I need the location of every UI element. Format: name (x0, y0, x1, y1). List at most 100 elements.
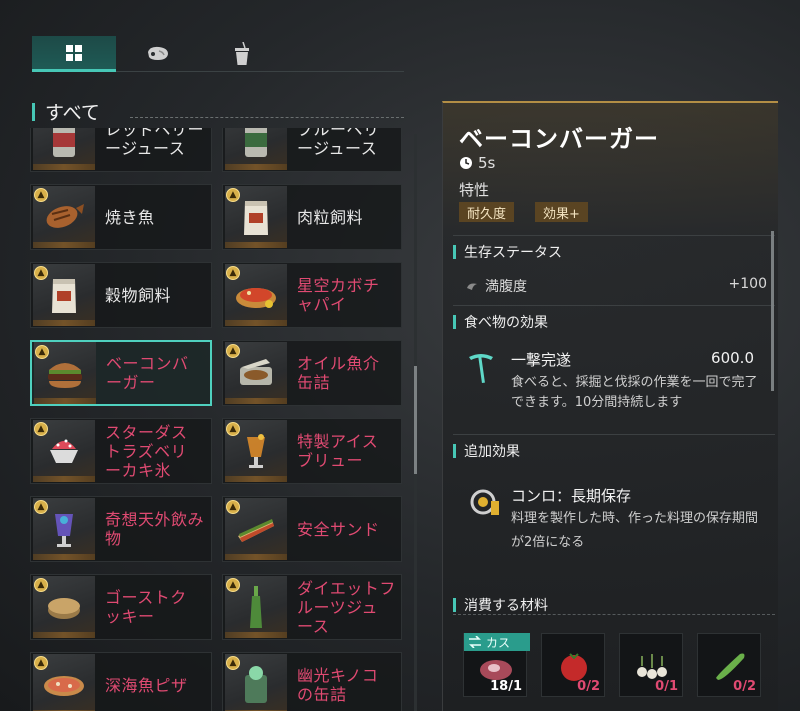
effect-name: 一撃完遂 (511, 351, 572, 369)
upgrade-badge-icon: ▲ (34, 422, 48, 436)
divider (453, 614, 775, 615)
custom-tag-label: カス (486, 635, 511, 650)
effect-description: 食べると、採掘と伐採の作業を一回で完了できます。10分間持続します (511, 375, 758, 410)
swap-icon (469, 636, 481, 648)
recipe-card[interactable]: ▲ 肉粒飼料 (222, 184, 402, 250)
recipe-card[interactable]: ▲ 焼き魚 (30, 184, 212, 250)
material-qty: 0/2 (577, 679, 600, 694)
recipe-card[interactable]: ▲ 星空カボチ ャパイ (222, 262, 402, 328)
pickaxe-icon (465, 349, 497, 389)
trait-chip: 耐久度 (459, 202, 515, 222)
bonus-name: コンロ：長期保存 (511, 487, 632, 505)
food-effect-section-title: 食べ物の効果 (464, 315, 548, 331)
survival-section-title: 生存ステータス (464, 245, 562, 261)
tab-all[interactable] (32, 36, 116, 72)
recipe-card[interactable]: ブルーベリ ージュース (222, 128, 402, 172)
upgrade-badge-icon: ▲ (226, 422, 240, 436)
blue-berry-juice-can-icon (225, 128, 287, 170)
material-qty: 0/1 (655, 679, 678, 694)
recipe-name: 特製アイス ブリュー (297, 432, 379, 470)
recipe-name: ブルーベリ ージュース (297, 128, 380, 158)
accent-bar (32, 102, 35, 121)
category-tabs (32, 32, 404, 72)
stat-row: 満腹度 +100 (465, 276, 767, 296)
recipe-name: 肉粒飼料 (297, 207, 364, 227)
recipe-card[interactable]: ▲ ダイエットフ ルーツジュ ース (222, 574, 402, 640)
list-scrollbar[interactable] (414, 366, 417, 474)
recipe-list[interactable]: レッドベリー ージュース ブルーベリ ージュース ▲ 焼き魚 ▲ 肉粒飼料 ▲ (30, 128, 410, 711)
tab-meat[interactable] (116, 36, 200, 72)
upgrade-badge-icon: ▲ (34, 266, 48, 280)
accent-bar (453, 245, 456, 259)
recipe-name: オイル魚介 缶詰 (297, 354, 380, 392)
material-qty: 18/1 (490, 679, 522, 694)
detail-scrollbar[interactable] (771, 231, 774, 391)
upgrade-badge-icon: ▲ (34, 656, 48, 670)
upgrade-badge-icon: ▲ (226, 188, 240, 202)
recipe-name: レッドベリー ージュース (105, 128, 205, 158)
recipe-title: ベーコンバーガー (459, 125, 659, 153)
red-berry-juice-can-icon (33, 128, 95, 170)
section-header: すべて (32, 98, 100, 125)
upgrade-badge-icon: ▲ (226, 266, 240, 280)
recipe-card[interactable]: ▲ 奇想天外飲み 物 (30, 496, 212, 562)
recipe-card[interactable]: ▲ 幽光キノコ の缶詰 (222, 652, 402, 711)
materials-section-header: 消費する材料 (453, 595, 548, 615)
bonus-description: 料理を製作した時、作った料理の保存期間が2倍になる (511, 511, 759, 550)
fullness-icon (467, 283, 477, 290)
recipe-name: ベーコンバ ーガー (106, 354, 189, 392)
recipe-card[interactable]: ▲ オイル魚介 缶詰 (222, 340, 402, 406)
clock-icon (460, 157, 472, 169)
material-qty: 0/2 (733, 679, 756, 694)
recipe-name: ゴーストク ッキー (105, 588, 187, 626)
recipe-card[interactable]: レッドベリー ージュース (30, 128, 212, 172)
tab-drink[interactable] (200, 36, 284, 72)
recipe-name: 幽光キノコ の缶詰 (297, 666, 379, 704)
craft-time-value: 5s (478, 154, 496, 172)
divider (453, 235, 775, 236)
recipe-name: ダイエットフ ルーツジュ ース (297, 578, 396, 636)
section-title: すべて (45, 102, 100, 124)
custom-tag[interactable]: カス (464, 633, 530, 651)
upgrade-badge-icon: ▲ (35, 345, 49, 359)
upgrade-badge-icon: ▲ (34, 500, 48, 514)
meat-icon (148, 46, 168, 60)
upgrade-badge-icon: ▲ (226, 344, 240, 358)
accent-bar (453, 444, 456, 458)
upgrade-badge-icon: ▲ (226, 578, 240, 592)
survival-section-header: 生存ステータス (453, 242, 562, 262)
recipe-name: 穀物飼料 (105, 285, 172, 305)
accent-bar (453, 598, 456, 612)
material-slot[interactable]: 0/1 (619, 633, 683, 697)
recipe-name: 奇想天外飲み 物 (105, 510, 205, 548)
recipe-name: 深海魚ピザ (105, 675, 188, 695)
recipe-card[interactable]: ▲ 特製アイス ブリュー (222, 418, 402, 484)
divider (453, 305, 775, 306)
stat-value: +100 (728, 276, 767, 292)
divider (453, 434, 775, 435)
recipe-card-selected[interactable]: ▲ ベーコンバ ーガー (30, 340, 212, 406)
cup-icon (235, 42, 249, 65)
upgrade-badge-icon: ▲ (34, 578, 48, 592)
recipe-name: 星空カボチ ャパイ (297, 276, 380, 314)
stat-name: 満腹度 (485, 279, 527, 295)
accent-bar (453, 315, 456, 329)
material-slot[interactable]: 0/2 (697, 633, 761, 697)
recipe-card[interactable]: ▲ 深海魚ピザ (30, 652, 212, 711)
divider (130, 117, 404, 118)
recipe-name: スターダス トラズベリ ーカキ氷 (105, 422, 188, 480)
recipe-card[interactable]: ▲ ゴーストク ッキー (30, 574, 212, 640)
stove-bonus-icon (469, 487, 501, 521)
recipe-detail-panel: ベーコンバーガー 5s 特性 耐久度 効果+ 生存ステータス 満腹度 +100 … (442, 101, 778, 711)
recipe-card[interactable]: ▲ 安全サンド (222, 496, 402, 562)
recipe-name: 焼き魚 (105, 207, 155, 227)
bonus-section-title: 追加効果 (464, 444, 520, 460)
upgrade-badge-icon: ▲ (226, 656, 240, 670)
material-slot[interactable]: カス 18/1 (463, 633, 530, 697)
recipe-card[interactable]: ▲ スターダス トラズベリ ーカキ氷 (30, 418, 212, 484)
effect-value: 600.0 (711, 349, 754, 367)
material-slot[interactable]: 0/2 (541, 633, 605, 697)
upgrade-badge-icon: ▲ (34, 188, 48, 202)
recipe-card[interactable]: ▲ 穀物飼料 (30, 262, 212, 328)
recipe-name: 安全サンド (297, 519, 380, 539)
